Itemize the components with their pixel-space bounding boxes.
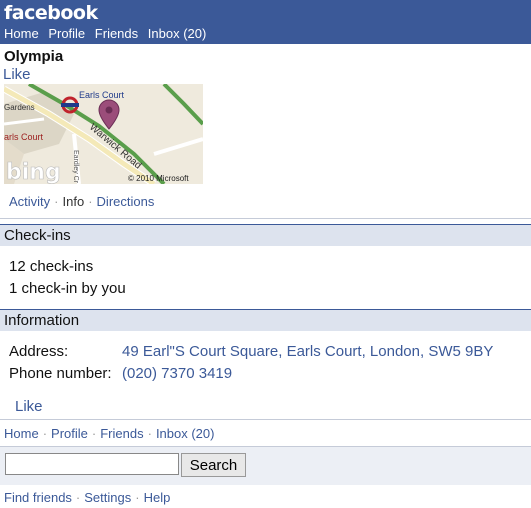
- place-tabs: Activity · Info · Directions: [9, 194, 154, 209]
- bottom-separator: ·: [75, 490, 81, 505]
- top-nav-inbox[interactable]: Inbox (20): [148, 26, 207, 41]
- phone-label: Phone number:: [9, 365, 112, 382]
- address-label: Address:: [9, 343, 69, 360]
- search-input[interactable]: [5, 453, 179, 475]
- svg-text:© 2010 Microsoft: © 2010 Microsoft: [128, 174, 189, 183]
- top-nav: Home Profile Friends Inbox (20): [4, 26, 212, 41]
- settings-link[interactable]: Settings: [84, 490, 131, 505]
- svg-text:Gardens: Gardens: [4, 103, 35, 112]
- checkins-mine: 1 check-in by you: [9, 280, 126, 297]
- bottom-links: Find friends · Settings · Help: [4, 490, 170, 505]
- location-map[interactable]: Earls Court Gardens arls Court Warwick R…: [4, 84, 203, 184]
- top-nav-profile[interactable]: Profile: [48, 26, 85, 41]
- tab-info[interactable]: Info: [63, 194, 85, 209]
- find-friends-link[interactable]: Find friends: [4, 490, 72, 505]
- place-title: Olympia: [4, 48, 64, 65]
- footer-separator: ·: [42, 426, 48, 441]
- footer-nav-profile[interactable]: Profile: [51, 426, 88, 441]
- facebook-logo[interactable]: facebook: [4, 2, 98, 24]
- svg-text:Eardley Cr: Eardley Cr: [72, 150, 79, 184]
- footer-nav: Home · Profile · Friends · Inbox (20): [4, 426, 214, 441]
- top-nav-home[interactable]: Home: [4, 26, 39, 41]
- like-link-top[interactable]: Like: [3, 66, 31, 83]
- tab-activity[interactable]: Activity: [9, 194, 50, 209]
- like-link-info[interactable]: Like: [15, 398, 43, 415]
- phone-value[interactable]: (020) 7370 3419: [122, 365, 232, 382]
- svg-text:bing: bing: [6, 160, 61, 184]
- svg-text:Earls Court: Earls Court: [79, 90, 125, 100]
- address-value[interactable]: 49 Earl"S Court Square, Earls Court, Lon…: [122, 343, 493, 360]
- tab-separator: ·: [88, 194, 93, 209]
- divider: [0, 419, 531, 420]
- search-button[interactable]: Search: [181, 453, 246, 477]
- checkins-total: 12 check-ins: [9, 258, 94, 275]
- map-graphic: Earls Court Gardens arls Court Warwick R…: [4, 84, 203, 184]
- svg-text:arls Court: arls Court: [4, 132, 44, 142]
- divider: [0, 218, 531, 219]
- information-header: Information: [0, 309, 531, 331]
- help-link[interactable]: Help: [144, 490, 171, 505]
- checkins-header: Check-ins: [0, 224, 531, 246]
- tab-separator: ·: [54, 194, 59, 209]
- footer-separator: ·: [147, 426, 152, 441]
- footer-nav-home[interactable]: Home: [4, 426, 39, 441]
- footer-nav-friends[interactable]: Friends: [100, 426, 143, 441]
- top-nav-friends[interactable]: Friends: [95, 26, 138, 41]
- bottom-separator: ·: [135, 490, 140, 505]
- top-header: facebook Home Profile Friends Inbox (20): [0, 0, 531, 44]
- footer-separator: ·: [91, 426, 97, 441]
- search-bar: Search: [0, 446, 531, 485]
- tab-directions[interactable]: Directions: [97, 194, 155, 209]
- footer-nav-inbox[interactable]: Inbox (20): [156, 426, 215, 441]
